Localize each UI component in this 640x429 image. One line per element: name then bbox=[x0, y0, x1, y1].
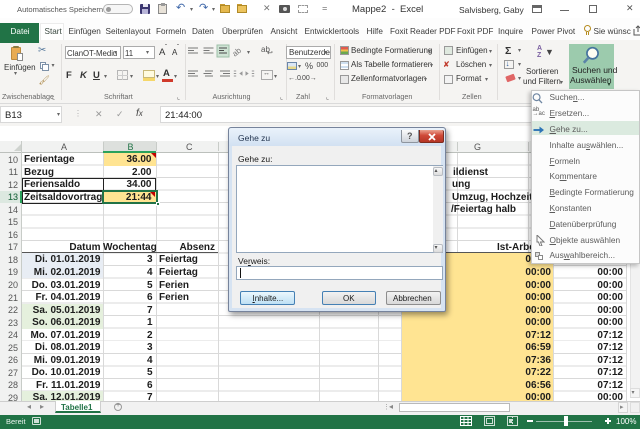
svg-text:ab: ab bbox=[230, 45, 243, 58]
